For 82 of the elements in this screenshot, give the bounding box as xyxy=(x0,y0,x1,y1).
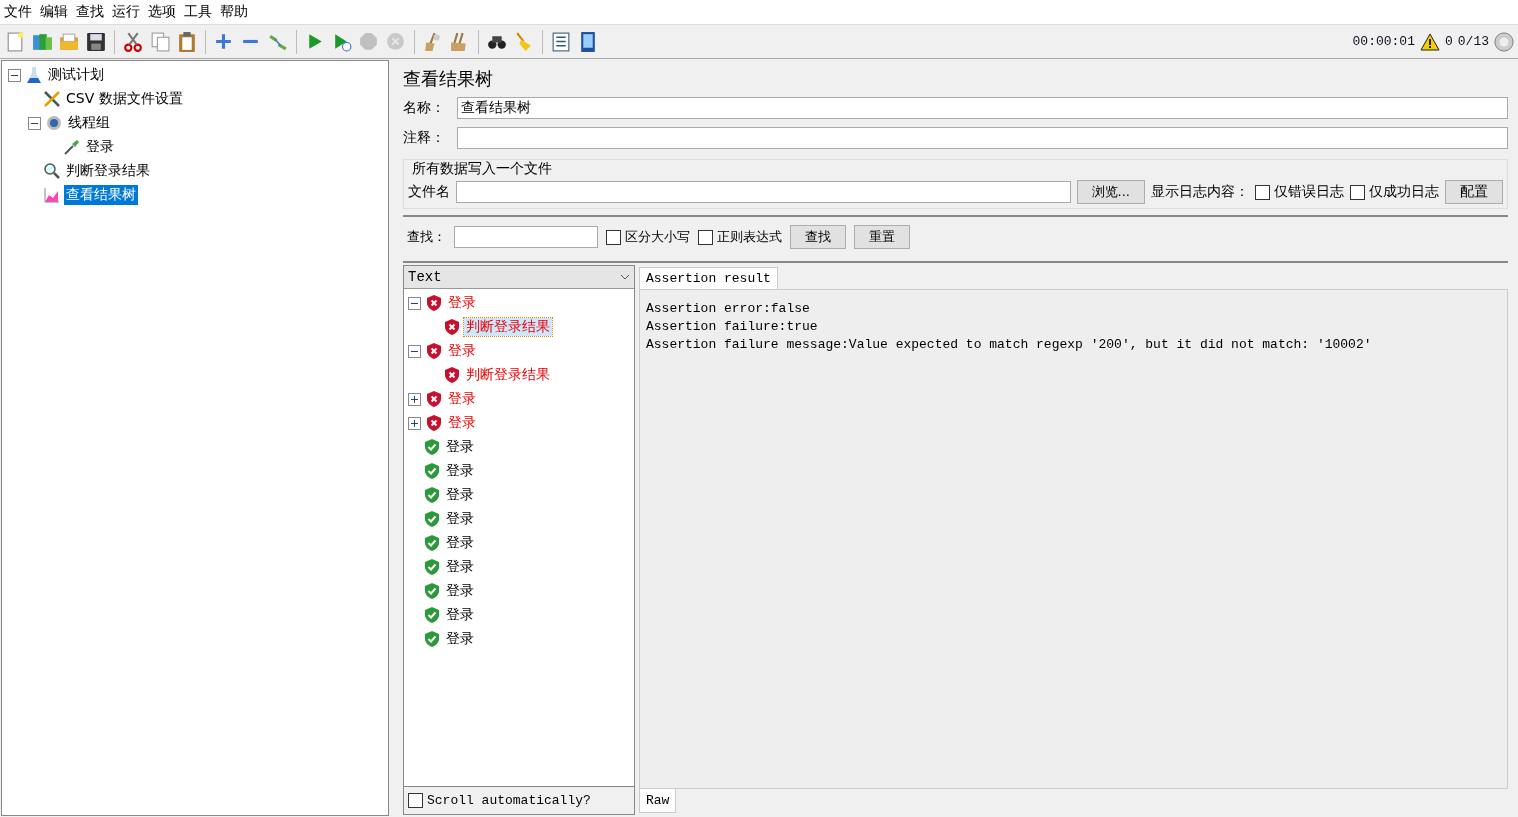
cut-icon[interactable] xyxy=(122,30,144,53)
checkbox[interactable] xyxy=(1350,184,1365,200)
flask-icon xyxy=(25,66,43,84)
collapse-toggle[interactable] xyxy=(28,116,41,130)
paste-icon[interactable] xyxy=(176,30,198,53)
reset-button[interactable]: 重置 xyxy=(854,225,910,249)
menu-item[interactable]: 帮助 xyxy=(220,3,248,21)
log-label: 显示日志内容： xyxy=(1151,183,1249,201)
checkbox-label: 区分大小写 xyxy=(625,228,690,246)
collapse-toggle[interactable] xyxy=(8,68,21,82)
result-item[interactable]: 登录 xyxy=(444,534,476,552)
elapsed-time: 00:00:01 xyxy=(1352,34,1415,49)
search-label: 查找： xyxy=(407,228,446,246)
result-item[interactable]: 登录 xyxy=(444,582,476,600)
chart-icon xyxy=(43,186,61,204)
caret-icon xyxy=(620,274,630,280)
panel-title: 查看结果树 xyxy=(403,67,494,91)
tab[interactable]: Raw xyxy=(639,789,677,813)
field-label: 注释： xyxy=(403,129,446,147)
tree-item[interactable]: CSV 数据文件设置 xyxy=(64,89,185,109)
menu-item[interactable]: 选项 xyxy=(148,3,176,21)
gear-icon xyxy=(45,114,63,132)
collapse-toggle[interactable] xyxy=(408,344,421,358)
tree-item[interactable]: 判断登录结果 xyxy=(64,161,152,181)
result-item[interactable]: 登录 xyxy=(446,414,478,432)
field-label: 文件名 xyxy=(408,183,450,201)
configure-button[interactable]: 配置 xyxy=(1445,180,1503,204)
warning-icon xyxy=(1419,31,1440,52)
result-item[interactable]: 登录 xyxy=(444,438,476,456)
warning-count: 0 xyxy=(1444,34,1453,49)
result-item[interactable]: 登录 xyxy=(444,606,476,624)
renderer-dropdown[interactable]: Text xyxy=(404,266,634,289)
dropper-icon xyxy=(63,138,81,156)
checkbox[interactable] xyxy=(606,229,621,245)
collapse-toggle[interactable] xyxy=(408,416,421,430)
checkbox-label: 正则表达式 xyxy=(717,228,782,246)
checkbox[interactable] xyxy=(1255,184,1270,200)
checkbox-label: 仅成功日志 xyxy=(1369,183,1439,201)
status-indicator-icon xyxy=(1494,31,1514,52)
result-item[interactable]: 判断登录结果 xyxy=(464,366,552,384)
tab[interactable]: Assertion result xyxy=(639,267,778,289)
browse-button[interactable]: 浏览... xyxy=(1076,180,1145,204)
list-icon[interactable] xyxy=(550,30,572,53)
result-item[interactable]: 判断登录结果 xyxy=(464,318,552,336)
result-item[interactable]: 登录 xyxy=(444,558,476,576)
tools-icon xyxy=(43,90,61,108)
search-field[interactable] xyxy=(454,226,598,248)
text-line: Assertion error:false xyxy=(646,300,811,318)
tree-item[interactable]: 查看结果树 xyxy=(64,185,138,205)
result-item[interactable]: 登录 xyxy=(444,486,476,504)
text-line: Assertion failure message:Value expected to match regexp '200', but it did not match: '10002' xyxy=(646,336,1373,354)
find-button[interactable]: 查找 xyxy=(790,225,846,249)
checkbox-label: 仅错误日志 xyxy=(1274,183,1344,201)
menu-item[interactable]: 编辑 xyxy=(40,3,68,21)
result-item[interactable]: 登录 xyxy=(446,342,478,360)
menu-item[interactable]: 文件 xyxy=(4,3,32,21)
collapse-toggle[interactable] xyxy=(408,392,421,406)
text-line: Assertion failure:true xyxy=(646,318,819,336)
thread-count: 0/13 xyxy=(1457,34,1489,49)
menu-item[interactable]: 工具 xyxy=(184,3,212,21)
name-field[interactable]: 查看结果树 xyxy=(457,97,1508,119)
collapse-toggle[interactable] xyxy=(408,296,421,310)
save-icon[interactable] xyxy=(85,30,107,53)
result-item[interactable]: 登录 xyxy=(444,630,476,648)
tree-item[interactable]: 测试计划 xyxy=(46,65,106,85)
result-item[interactable]: 登录 xyxy=(444,462,476,480)
result-item[interactable]: 登录 xyxy=(446,294,478,312)
comment-field[interactable] xyxy=(457,127,1508,149)
menu-item[interactable]: 查找 xyxy=(76,3,104,21)
result-item[interactable]: 登录 xyxy=(444,510,476,528)
tree-item[interactable]: 登录 xyxy=(84,137,116,157)
checkbox-label: Scroll automatically? xyxy=(427,793,591,808)
checkbox[interactable] xyxy=(698,229,713,245)
copy-icon[interactable] xyxy=(149,30,171,53)
menu-item[interactable]: 运行 xyxy=(112,3,140,21)
field-label: 名称： xyxy=(403,99,446,117)
tree-item[interactable]: 线程组 xyxy=(66,113,112,133)
group-title: 所有数据写入一个文件 xyxy=(412,160,552,178)
checkbox[interactable] xyxy=(408,793,423,808)
magnifier-icon xyxy=(43,162,61,180)
filename-field[interactable] xyxy=(456,181,1071,203)
result-item[interactable]: 登录 xyxy=(446,390,478,408)
